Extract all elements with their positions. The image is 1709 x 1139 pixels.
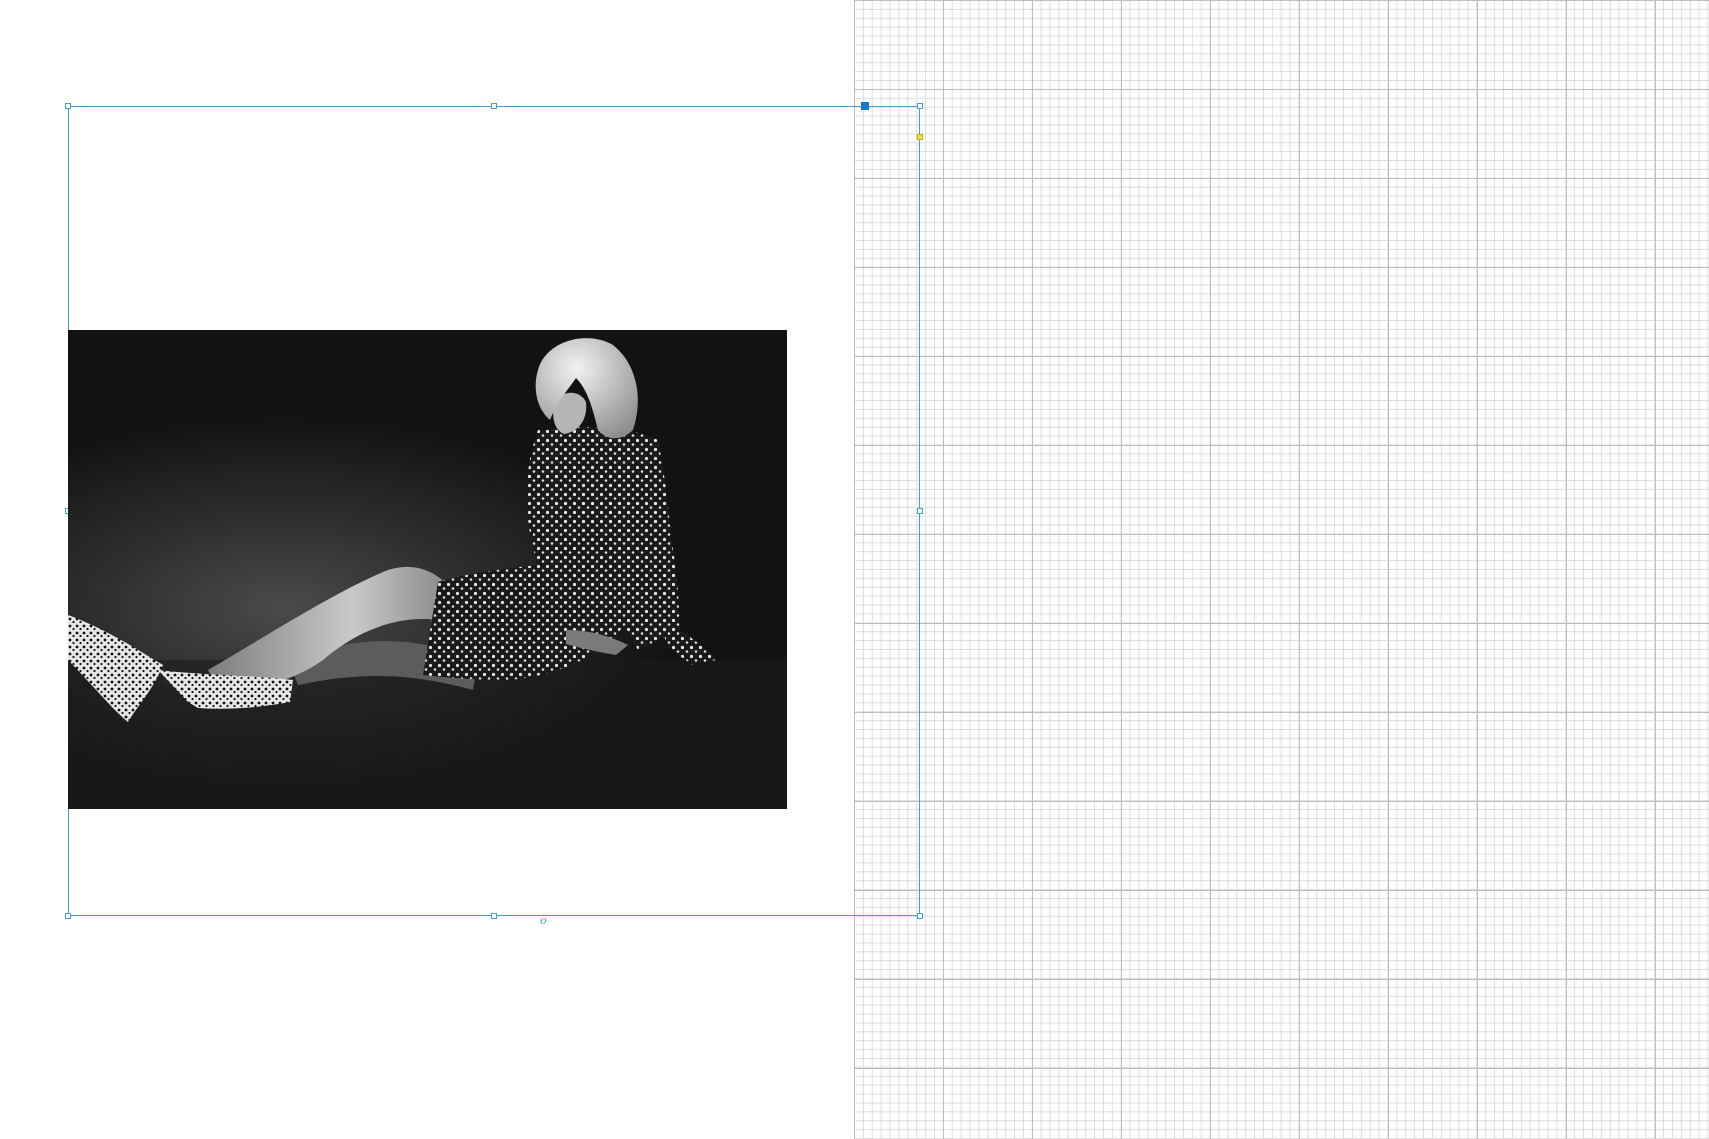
- frame-marker: o: [540, 914, 547, 927]
- fashion-photo-illustration: [68, 338, 787, 809]
- handle-middle-right[interactable]: [917, 508, 923, 514]
- placed-image[interactable]: [68, 330, 787, 809]
- document-canvas[interactable]: o: [0, 0, 1709, 1139]
- handle-top-center[interactable]: [491, 103, 497, 109]
- handle-top-right[interactable]: [917, 103, 923, 109]
- handle-top-left[interactable]: [65, 103, 71, 109]
- anchor-point-icon[interactable]: [917, 134, 923, 140]
- pasteboard-grid: [854, 0, 1709, 1139]
- handle-bottom-left[interactable]: [65, 913, 71, 919]
- handle-bottom-center[interactable]: [491, 913, 497, 919]
- handle-bottom-right[interactable]: [917, 913, 923, 919]
- handle-top-right-accent[interactable]: [861, 102, 869, 110]
